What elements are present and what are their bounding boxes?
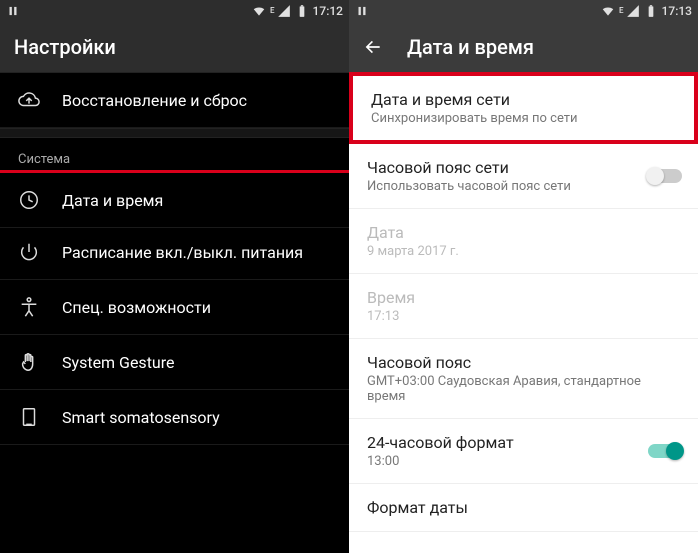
status-bar: E 17:12 [0,0,349,22]
appbar: Настройки [0,22,349,72]
accessibility-icon [18,296,40,318]
item-label: Расписание вкл./выкл. питания [62,243,303,262]
date-time-list: Дата и время сети Синхронизировать время… [349,72,698,553]
item-label: Восстановление и сброс [62,91,247,110]
toggle-network-timezone[interactable] [648,169,682,183]
network-e-icon: E [619,7,624,15]
item-label: Дата и время [62,191,163,210]
status-time: 17:13 [662,4,692,18]
battery-icon [295,4,309,18]
device-icon [18,406,40,428]
item-label: System Gesture [62,353,175,372]
row-sub: 13:00 [367,454,680,469]
row-time: Время 17:13 [349,274,698,339]
settings-list: Восстановление и сброс Система Дата и вр… [0,72,349,553]
row-sub: Использовать часовой пояс сети [367,179,680,194]
item-label: Спец. возможности [62,298,211,317]
signal-icon [626,4,640,18]
row-sub: Синхронизировать время по сети [371,111,676,126]
row-date-format[interactable]: Формат даты [349,484,698,532]
row-title: Часовой пояс сети [367,158,680,177]
row-title: Дата [367,223,680,242]
page-title: Настройки [14,35,116,59]
status-bar: E 17:13 [349,0,698,22]
status-time: 17:12 [313,4,343,18]
row-sub: 9 марта 2017 г. [367,244,680,259]
item-accessibility[interactable]: Спец. возможности [0,280,349,335]
row-timezone[interactable]: Часовой пояс GMT+03:00 Саудовская Аравия… [349,339,698,419]
row-title: 24-часовой формат [367,433,680,452]
clock-icon [18,189,40,211]
section-system: Система [0,138,349,173]
screen-date-time: E 17:13 Дата и время Дата и время сети С… [349,0,698,553]
battery-icon [644,4,658,18]
item-label: Smart somatosensory [62,408,220,427]
power-icon [18,241,40,263]
screen-settings: E 17:12 Настройки Восстановление и сброс… [0,0,349,553]
item-smart-somatosensory[interactable]: Smart somatosensory [0,390,349,445]
row-network-time[interactable]: Дата и время сети Синхронизировать время… [349,72,698,144]
appbar: Дата и время [349,22,698,72]
item-backup-reset[interactable]: Восстановление и сброс [0,73,349,128]
row-date: Дата 9 марта 2017 г. [349,209,698,274]
hand-icon [18,351,40,373]
section-divider [0,128,349,138]
row-network-timezone[interactable]: Часовой пояс сети Использовать часовой п… [349,144,698,209]
row-title: Формат даты [367,498,680,517]
row-sub: GMT+03:00 Саудовская Аравия, стандартное… [367,374,680,404]
wifi-icon [252,4,266,18]
row-title: Дата и время сети [371,90,676,109]
row-sub: 17:13 [367,309,680,324]
page-title: Дата и время [407,35,534,59]
pause-icon [6,4,20,18]
item-power-schedule[interactable]: Расписание вкл./выкл. питания [0,225,349,280]
item-system-gesture[interactable]: System Gesture [0,335,349,390]
row-title: Время [367,288,680,307]
signal-icon [277,4,291,18]
row-24h-format[interactable]: 24-часовой формат 13:00 [349,419,698,484]
item-date-time[interactable]: Дата и время [0,170,349,228]
network-e-icon: E [270,7,275,15]
cloud-upload-icon [18,89,40,111]
row-title: Часовой пояс [367,353,680,372]
pause-icon [355,4,369,18]
toggle-24h[interactable] [648,444,682,458]
back-icon[interactable] [363,37,383,57]
wifi-icon [601,4,615,18]
